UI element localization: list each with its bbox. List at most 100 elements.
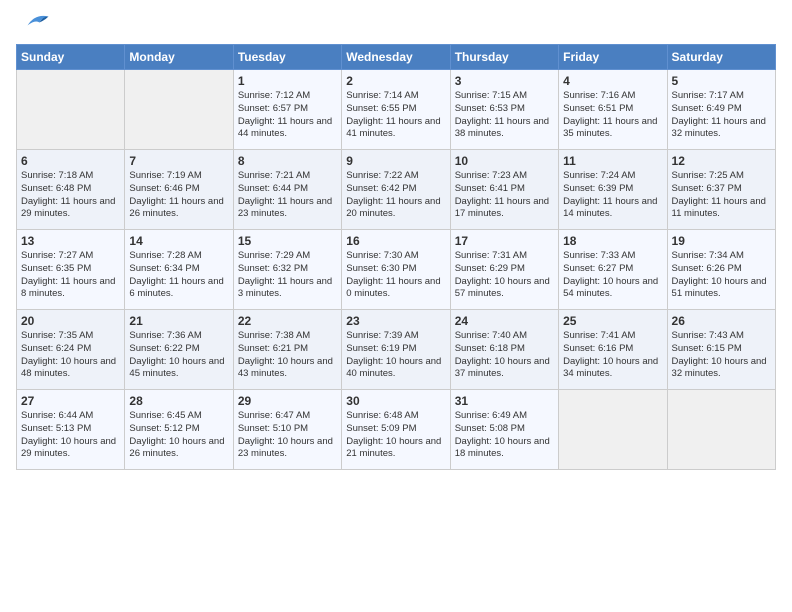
- calendar-cell: 2 Sunrise: 7:14 AM Sunset: 6:55 PM Daylig…: [342, 70, 450, 150]
- calendar-cell: 22Sunrise: 7:38 AM Sunset: 6:21 PM Dayli…: [233, 310, 341, 390]
- calendar-cell: 1Sunrise: 7:12 AM Sunset: 6:57 PM Daylig…: [233, 70, 341, 150]
- day-info: Sunrise: 7:23 AM Sunset: 6:41 PM Dayligh…: [455, 170, 554, 221]
- day-number: 2: [346, 74, 445, 88]
- header-day-friday: Friday: [559, 45, 667, 70]
- week-row-4: 20 Sunrise: 7:35 AM Sunset: 6:24 PM Dayli…: [17, 310, 776, 390]
- calendar-cell: 23 Sunrise: 7:39 AM Sunset: 6:19 PM Dayli…: [342, 310, 450, 390]
- calendar-cell: [125, 70, 233, 150]
- calendar-cell: 3 Sunrise: 7:15 AM Sunset: 6:53 PM Daylig…: [450, 70, 558, 150]
- day-info: Sunrise: 7:19 AM Sunset: 6:46 PM Dayligh…: [129, 170, 228, 221]
- day-number: 31: [455, 394, 554, 408]
- week-row-5: 27 Sunrise: 6:44 AM Sunset: 5:13 PM Dayli…: [17, 390, 776, 470]
- day-number: 20: [21, 314, 120, 328]
- day-info: Sunrise: 6:48 AM Sunset: 5:09 PM Dayligh…: [346, 410, 445, 461]
- day-number: 5: [672, 74, 771, 88]
- day-number: 21: [129, 314, 228, 328]
- calendar-cell: 11Sunrise: 7:24 AM Sunset: 6:39 PM Dayli…: [559, 150, 667, 230]
- header-day-wednesday: Wednesday: [342, 45, 450, 70]
- day-info: Sunrise: 7:18 AM Sunset: 6:48 PM Dayligh…: [21, 170, 120, 221]
- day-number: 9: [346, 154, 445, 168]
- day-info: Sunrise: 7:16 AM Sunset: 6:51 PM Dayligh…: [563, 90, 662, 141]
- day-info: Sunrise: 6:47 AM Sunset: 5:10 PM Dayligh…: [238, 410, 337, 461]
- calendar-cell: [17, 70, 125, 150]
- day-info: Sunrise: 7:12 AM Sunset: 6:57 PM Dayligh…: [238, 90, 337, 141]
- day-info: Sunrise: 7:33 AM Sunset: 6:27 PM Dayligh…: [563, 250, 662, 301]
- calendar-cell: 20 Sunrise: 7:35 AM Sunset: 6:24 PM Dayli…: [17, 310, 125, 390]
- day-info: Sunrise: 7:40 AM Sunset: 6:18 PM Dayligh…: [455, 330, 554, 381]
- header-day-tuesday: Tuesday: [233, 45, 341, 70]
- calendar-cell: 5 Sunrise: 7:17 AM Sunset: 6:49 PM Daylig…: [667, 70, 775, 150]
- week-row-1: 1Sunrise: 7:12 AM Sunset: 6:57 PM Daylig…: [17, 70, 776, 150]
- calendar-cell: 29 Sunrise: 6:47 AM Sunset: 5:10 PM Dayli…: [233, 390, 341, 470]
- day-info: Sunrise: 7:34 AM Sunset: 6:26 PM Dayligh…: [672, 250, 771, 301]
- day-number: 19: [672, 234, 771, 248]
- calendar-cell: 6 Sunrise: 7:18 AM Sunset: 6:48 PM Daylig…: [17, 150, 125, 230]
- header-day-sunday: Sunday: [17, 45, 125, 70]
- day-number: 26: [672, 314, 771, 328]
- day-number: 6: [21, 154, 120, 168]
- page-header: [16, 16, 776, 36]
- calendar-cell: 13 Sunrise: 7:27 AM Sunset: 6:35 PM Dayli…: [17, 230, 125, 310]
- calendar-cell: 27 Sunrise: 6:44 AM Sunset: 5:13 PM Dayli…: [17, 390, 125, 470]
- day-number: 25: [563, 314, 662, 328]
- calendar-cell: 8 Sunrise: 7:21 AM Sunset: 6:44 PM Daylig…: [233, 150, 341, 230]
- week-row-2: 6 Sunrise: 7:18 AM Sunset: 6:48 PM Daylig…: [17, 150, 776, 230]
- day-number: 23: [346, 314, 445, 328]
- day-info: Sunrise: 6:45 AM Sunset: 5:12 PM Dayligh…: [129, 410, 228, 461]
- day-info: Sunrise: 7:25 AM Sunset: 6:37 PM Dayligh…: [672, 170, 771, 221]
- calendar-cell: 4Sunrise: 7:16 AM Sunset: 6:51 PM Daylig…: [559, 70, 667, 150]
- day-info: Sunrise: 7:43 AM Sunset: 6:15 PM Dayligh…: [672, 330, 771, 381]
- calendar-cell: 26 Sunrise: 7:43 AM Sunset: 6:15 PM Dayli…: [667, 310, 775, 390]
- day-info: Sunrise: 7:17 AM Sunset: 6:49 PM Dayligh…: [672, 90, 771, 141]
- calendar-cell: 12 Sunrise: 7:25 AM Sunset: 6:37 PM Dayli…: [667, 150, 775, 230]
- day-number: 29: [238, 394, 337, 408]
- calendar-header-row: SundayMondayTuesdayWednesdayThursdayFrid…: [17, 45, 776, 70]
- calendar-cell: 7 Sunrise: 7:19 AM Sunset: 6:46 PM Daylig…: [125, 150, 233, 230]
- day-number: 27: [21, 394, 120, 408]
- day-info: Sunrise: 7:21 AM Sunset: 6:44 PM Dayligh…: [238, 170, 337, 221]
- day-info: Sunrise: 7:15 AM Sunset: 6:53 PM Dayligh…: [455, 90, 554, 141]
- day-number: 28: [129, 394, 228, 408]
- calendar-cell: 30 Sunrise: 6:48 AM Sunset: 5:09 PM Dayli…: [342, 390, 450, 470]
- calendar-cell: 19 Sunrise: 7:34 AM Sunset: 6:26 PM Dayli…: [667, 230, 775, 310]
- day-number: 11: [563, 154, 662, 168]
- calendar-cell: 16 Sunrise: 7:30 AM Sunset: 6:30 PM Dayli…: [342, 230, 450, 310]
- day-number: 3: [455, 74, 554, 88]
- day-number: 12: [672, 154, 771, 168]
- logo: [16, 16, 50, 36]
- day-info: Sunrise: 7:35 AM Sunset: 6:24 PM Dayligh…: [21, 330, 120, 381]
- week-row-3: 13 Sunrise: 7:27 AM Sunset: 6:35 PM Dayli…: [17, 230, 776, 310]
- day-number: 30: [346, 394, 445, 408]
- calendar-cell: 15 Sunrise: 7:29 AM Sunset: 6:32 PM Dayli…: [233, 230, 341, 310]
- calendar-cell: 9 Sunrise: 7:22 AM Sunset: 6:42 PM Daylig…: [342, 150, 450, 230]
- calendar-cell: [559, 390, 667, 470]
- day-info: Sunrise: 7:36 AM Sunset: 6:22 PM Dayligh…: [129, 330, 228, 381]
- calendar-cell: 31Sunrise: 6:49 AM Sunset: 5:08 PM Dayli…: [450, 390, 558, 470]
- day-info: Sunrise: 7:27 AM Sunset: 6:35 PM Dayligh…: [21, 250, 120, 301]
- calendar-cell: 21 Sunrise: 7:36 AM Sunset: 6:22 PM Dayli…: [125, 310, 233, 390]
- day-info: Sunrise: 7:39 AM Sunset: 6:19 PM Dayligh…: [346, 330, 445, 381]
- day-number: 7: [129, 154, 228, 168]
- calendar-table: SundayMondayTuesdayWednesdayThursdayFrid…: [16, 44, 776, 470]
- day-number: 22: [238, 314, 337, 328]
- day-info: Sunrise: 7:14 AM Sunset: 6:55 PM Dayligh…: [346, 90, 445, 141]
- calendar-cell: 28 Sunrise: 6:45 AM Sunset: 5:12 PM Dayli…: [125, 390, 233, 470]
- day-info: Sunrise: 6:44 AM Sunset: 5:13 PM Dayligh…: [21, 410, 120, 461]
- day-number: 10: [455, 154, 554, 168]
- header-day-monday: Monday: [125, 45, 233, 70]
- day-info: Sunrise: 7:22 AM Sunset: 6:42 PM Dayligh…: [346, 170, 445, 221]
- day-info: Sunrise: 7:30 AM Sunset: 6:30 PM Dayligh…: [346, 250, 445, 301]
- calendar-cell: 25 Sunrise: 7:41 AM Sunset: 6:16 PM Dayli…: [559, 310, 667, 390]
- day-number: 15: [238, 234, 337, 248]
- calendar-cell: 18 Sunrise: 7:33 AM Sunset: 6:27 PM Dayli…: [559, 230, 667, 310]
- day-number: 13: [21, 234, 120, 248]
- calendar-cell: 14Sunrise: 7:28 AM Sunset: 6:34 PM Dayli…: [125, 230, 233, 310]
- day-info: Sunrise: 7:41 AM Sunset: 6:16 PM Dayligh…: [563, 330, 662, 381]
- day-number: 8: [238, 154, 337, 168]
- calendar-cell: 24 Sunrise: 7:40 AM Sunset: 6:18 PM Dayli…: [450, 310, 558, 390]
- day-number: 18: [563, 234, 662, 248]
- day-number: 24: [455, 314, 554, 328]
- day-info: Sunrise: 7:29 AM Sunset: 6:32 PM Dayligh…: [238, 250, 337, 301]
- calendar-cell: [667, 390, 775, 470]
- day-number: 16: [346, 234, 445, 248]
